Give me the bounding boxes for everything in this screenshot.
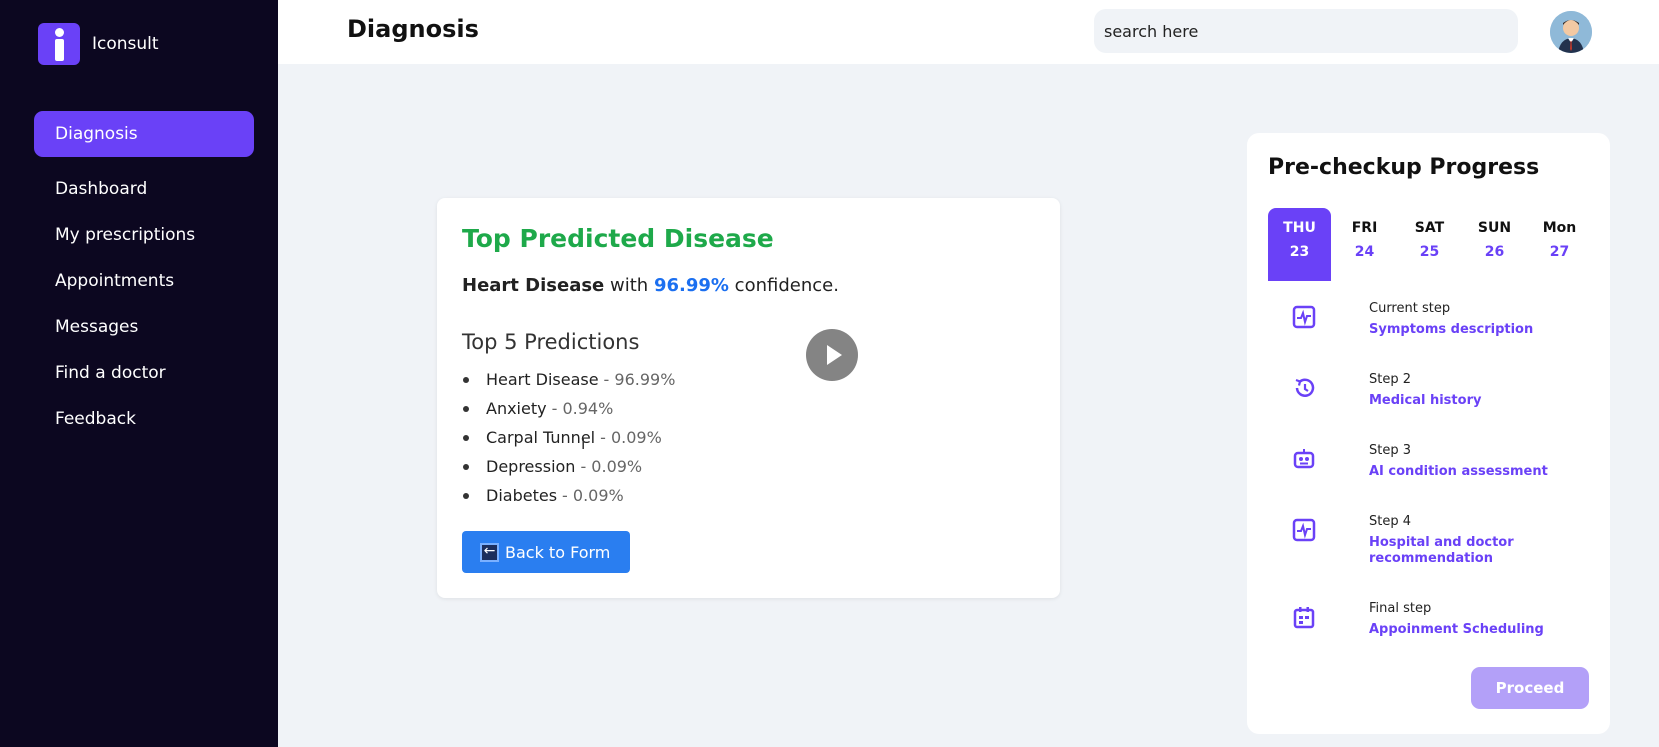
- step-current[interactable]: Current step Symptoms description: [1247, 301, 1610, 372]
- prediction-value: - 0.09%: [600, 428, 662, 447]
- steps-list: Current step Symptoms description Step 2…: [1247, 301, 1610, 672]
- panel-title: Pre-checkup Progress: [1268, 155, 1540, 180]
- user-avatar-icon: [1550, 11, 1592, 53]
- day-tab-thu[interactable]: THU 23: [1268, 208, 1331, 281]
- confidence-value: 96.99%: [653, 275, 729, 296]
- confidence-suffix: confidence.: [734, 275, 839, 296]
- sidebar-item-dashboard[interactable]: Dashboard: [34, 166, 254, 212]
- step-label: Step 4: [1369, 514, 1412, 529]
- day-name: SUN: [1477, 220, 1512, 236]
- top-header: Diagnosis: [278, 0, 1659, 64]
- day-selector: THU 23 FRI 24 SAT 25 SUN 26 Mon 27: [1268, 208, 1593, 281]
- sidebar-item-messages[interactable]: Messages: [34, 304, 254, 350]
- prediction-card: Top Predicted Disease Heart Disease with…: [437, 198, 1060, 598]
- prediction-name: Carpal Tunnel: [486, 428, 596, 447]
- day-tab-fri[interactable]: FRI 24: [1333, 208, 1396, 281]
- back-to-form-label: Back to Form: [505, 542, 611, 562]
- prediction-name: Diabetes: [486, 486, 558, 505]
- card-title: Top Predicted Disease: [462, 224, 774, 253]
- text-cursor-icon: I: [581, 435, 586, 453]
- list-item: Depression - 0.09%: [462, 452, 675, 481]
- day-name: FRI: [1351, 220, 1378, 236]
- sidebar-item-diagnosis[interactable]: Diagnosis: [34, 111, 254, 157]
- step-label: Step 2: [1369, 372, 1412, 387]
- sidebar-item-find-a-doctor[interactable]: Find a doctor: [34, 350, 254, 396]
- prediction-value: - 0.09%: [562, 486, 624, 505]
- step-label: Current step: [1369, 301, 1451, 316]
- sidebar-nav: Diagnosis Dashboard My prescriptions App…: [34, 111, 254, 442]
- avatar[interactable]: [1550, 11, 1592, 53]
- step-value: Symptoms description: [1369, 322, 1534, 337]
- list-item: Diabetes - 0.09%: [462, 481, 675, 510]
- step-value: Medical history: [1369, 393, 1482, 408]
- sidebar: Iconsult Diagnosis Dashboard My prescrip…: [0, 0, 278, 747]
- logo-icon: [38, 23, 80, 65]
- day-name: Mon: [1542, 220, 1577, 236]
- brand-name: Iconsult: [92, 34, 159, 54]
- search-input[interactable]: [1094, 9, 1518, 53]
- prediction-name: Anxiety: [486, 399, 547, 418]
- day-date: 24: [1354, 244, 1375, 260]
- step-label: Step 3: [1369, 443, 1412, 458]
- with-text: with: [610, 275, 649, 296]
- page-title: Diagnosis: [347, 15, 479, 43]
- activity-icon: [1292, 518, 1316, 542]
- sidebar-item-my-prescriptions[interactable]: My prescriptions: [34, 212, 254, 258]
- step-final[interactable]: Final step Appoinment Scheduling: [1247, 601, 1610, 672]
- day-tab-sat[interactable]: SAT 25: [1398, 208, 1461, 281]
- list-item: Carpal Tunnel - 0.09%: [462, 423, 675, 452]
- proceed-button[interactable]: Proceed: [1471, 667, 1589, 709]
- list-item: Heart Disease - 96.99%: [462, 365, 675, 394]
- predictions-list: Heart Disease - 96.99% Anxiety - 0.94% Car…: [462, 365, 675, 510]
- day-date: 27: [1549, 244, 1570, 260]
- predicted-disease: Heart Disease: [462, 275, 605, 296]
- precheckup-progress-panel: Pre-checkup Progress THU 23 FRI 24 SAT 2…: [1247, 133, 1610, 734]
- prediction-summary: Heart Disease with 96.99% confidence.: [462, 275, 839, 296]
- step-value: Hospital and doctor recommendation: [1369, 535, 1514, 566]
- step-value: Appoinment Scheduling: [1369, 622, 1544, 637]
- day-tab-sun[interactable]: SUN 26: [1463, 208, 1526, 281]
- prediction-name: Depression: [486, 457, 576, 476]
- day-name: THU: [1283, 220, 1316, 236]
- day-name: SAT: [1414, 220, 1445, 236]
- brand[interactable]: Iconsult: [38, 23, 159, 65]
- activity-icon: [1292, 305, 1316, 329]
- predictions-title: Top 5 Predictions: [462, 330, 640, 354]
- prediction-value: - 0.94%: [551, 399, 614, 418]
- prediction-value: - 96.99%: [603, 370, 676, 389]
- step-label: Final step: [1369, 601, 1432, 616]
- step-value: AI condition assessment: [1369, 464, 1548, 479]
- day-tab-mon[interactable]: Mon 27: [1528, 208, 1591, 281]
- sidebar-item-feedback[interactable]: Feedback: [34, 396, 254, 442]
- history-icon: [1295, 378, 1315, 397]
- arrow-left-icon: ←: [480, 542, 499, 562]
- prediction-value: - 0.09%: [580, 457, 643, 476]
- step-3[interactable]: Step 3 AI condition assessment: [1247, 443, 1610, 514]
- list-item: Anxiety - 0.94%: [462, 394, 675, 423]
- step-2[interactable]: Step 2 Medical history: [1247, 372, 1610, 443]
- day-date: 23: [1289, 244, 1310, 260]
- step-4[interactable]: Step 4 Hospital and doctor recommendatio…: [1247, 514, 1610, 601]
- calendar-icon: [1293, 607, 1315, 629]
- play-icon[interactable]: [806, 329, 858, 381]
- prediction-name: Heart Disease: [486, 370, 599, 389]
- day-date: 25: [1419, 244, 1440, 260]
- back-to-form-button[interactable]: ← Back to Form: [462, 531, 630, 573]
- day-date: 26: [1484, 244, 1505, 260]
- sidebar-item-appointments[interactable]: Appointments: [34, 258, 254, 304]
- robot-icon: [1293, 449, 1315, 469]
